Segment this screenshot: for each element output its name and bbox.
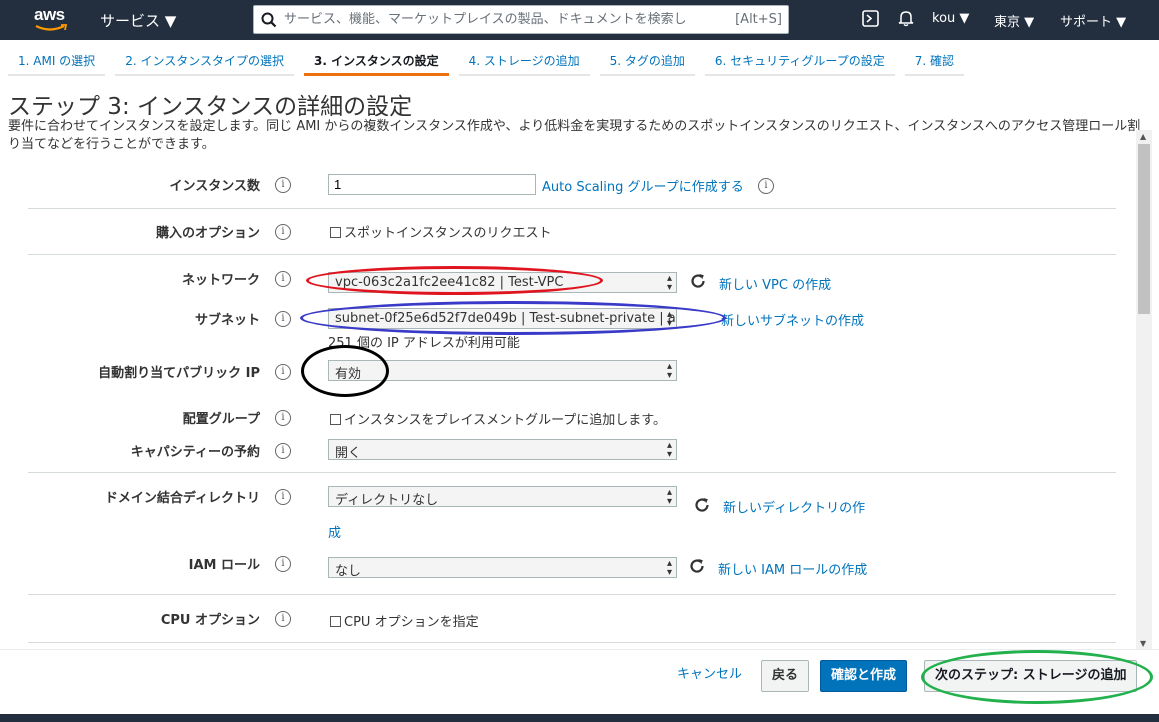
select-arrows-icon: ▴ ▾: [666, 309, 672, 329]
cpu-options-option[interactable]: CPU オプションを指定: [330, 611, 479, 630]
instance-count-label: インスタンス数: [169, 179, 260, 194]
top-navigation-bar: aws サービス ▼ [Alt+S] kou ▼ 東京 ▼ サポート ▼: [0, 0, 1159, 40]
refresh-icon[interactable]: [688, 557, 706, 575]
tab-review[interactable]: 7. 確認: [904, 44, 964, 76]
cpu-options-checkbox[interactable]: [330, 616, 341, 627]
public-ip-select-value: 有効: [335, 367, 362, 381]
aws-smile-icon: [35, 24, 68, 31]
page-description: 要件に合わせてインスタンスを設定します。同じ AMI からの複数インスタンス作成…: [8, 119, 1141, 152]
network-label: ネットワーク: [181, 273, 260, 288]
auto-scaling-link[interactable]: Auto Scaling グループに作成する: [542, 176, 744, 195]
region-menu[interactable]: 東京 ▼: [994, 11, 1034, 30]
next-add-storage-button[interactable]: 次のステップ: ストレージの追加: [924, 660, 1138, 692]
spot-request-checkbox-label: スポットインスタンスのリクエスト: [344, 226, 552, 241]
subnet-label: サブネット: [194, 313, 260, 328]
domain-join-select[interactable]: ディレクトリなし ▴ ▾: [328, 486, 677, 507]
select-arrows-icon: ▴ ▾: [666, 487, 672, 507]
iam-role-select[interactable]: なし ▴ ▾: [328, 557, 677, 578]
spot-request-option[interactable]: スポットインスタンスのリクエスト: [330, 222, 551, 241]
select-arrows-icon: ▴ ▾: [666, 440, 672, 460]
cpu-options-checkbox-label: CPU オプションを指定: [344, 615, 479, 630]
back-button[interactable]: 戻る: [761, 660, 810, 692]
placement-group-checkbox-label: インスタンスをプレイスメントグループに追加します。: [344, 413, 667, 428]
divider: [28, 472, 1116, 473]
scrollbar-thumb[interactable]: [1138, 144, 1150, 314]
select-arrows-icon: ▴ ▾: [666, 361, 672, 381]
public-ip-label: 自動割り当てパブリック IP: [98, 366, 260, 381]
select-arrows-icon: ▴ ▾: [666, 558, 672, 578]
network-select-value: vpc-063c2a1fc2ee41c82 | Test-VPC: [335, 275, 564, 290]
domain-join-select-value: ディレクトリなし: [335, 493, 439, 507]
info-icon[interactable]: i: [275, 489, 291, 505]
capacity-reservation-select-value: 開く: [335, 446, 362, 460]
divider: [28, 254, 1116, 255]
network-select[interactable]: vpc-063c2a1fc2ee41c82 | Test-VPC ▴ ▾: [328, 272, 677, 293]
bell-icon[interactable]: [897, 9, 915, 31]
purchase-option-label: 購入のオプション: [155, 226, 260, 241]
info-icon[interactable]: i: [275, 410, 291, 426]
divider: [28, 642, 1116, 643]
info-icon[interactable]: i: [275, 224, 291, 240]
search-shortcut-hint: [Alt+S]: [735, 12, 782, 27]
available-ip-note: 251 個の IP アドレスが利用可能: [328, 336, 520, 351]
cpu-options-label: CPU オプション: [160, 613, 260, 628]
divider: [28, 594, 1116, 595]
create-directory-link[interactable]: 新しいディレクトリの作: [723, 497, 865, 516]
tab-add-storage[interactable]: 4. ストレージの追加: [458, 44, 590, 76]
subnet-select[interactable]: subnet-0f25e6d52f7de049b | Test-subnet-p…: [328, 308, 677, 329]
search-bar[interactable]: [Alt+S]: [253, 5, 789, 34]
terminal-icon[interactable]: [862, 9, 879, 31]
scroll-down-icon[interactable]: ▼: [1140, 639, 1146, 648]
tab-configure-instance[interactable]: 3. インスタンスの設定: [303, 44, 449, 76]
capacity-reservation-label: キャパシティーの予約: [130, 445, 260, 460]
page-title: ステップ 3: インスタンスの詳細の設定: [8, 94, 413, 120]
scroll-up-icon[interactable]: ▲: [1140, 132, 1146, 141]
info-icon[interactable]: i: [275, 611, 291, 627]
wizard-steps: 1. AMI の選択 2. インスタンスタイプの選択 3. インスタンスの設定 …: [8, 44, 974, 76]
capacity-reservation-select[interactable]: 開く ▴ ▾: [328, 439, 677, 460]
review-and-launch-button[interactable]: 確認と作成: [820, 660, 908, 692]
tab-security-group[interactable]: 6. セキュリティグループの設定: [704, 44, 895, 76]
create-iam-role-link[interactable]: 新しい IAM ロールの作成: [718, 559, 867, 578]
services-menu[interactable]: サービス ▼: [100, 10, 176, 31]
placement-group-label: 配置グループ: [182, 412, 260, 427]
scrollbar[interactable]: ▲ ▼: [1136, 130, 1152, 650]
user-menu[interactable]: kou ▼: [932, 11, 969, 26]
info-icon[interactable]: i: [758, 178, 774, 194]
divider: [28, 208, 1116, 209]
refresh-icon[interactable]: [693, 496, 711, 514]
tab-choose-ami[interactable]: 1. AMI の選択: [8, 44, 106, 76]
support-menu[interactable]: サポート ▼: [1060, 11, 1126, 30]
bottom-bar: [0, 714, 1159, 722]
info-icon[interactable]: i: [275, 556, 291, 572]
select-arrows-icon: ▴ ▾: [666, 273, 672, 293]
tab-add-tags[interactable]: 5. タグの追加: [599, 44, 695, 76]
search-icon: [254, 12, 284, 28]
instance-count-input[interactable]: [328, 174, 536, 195]
info-icon[interactable]: i: [275, 364, 291, 380]
aws-logo[interactable]: aws: [34, 6, 70, 34]
domain-join-label: ドメイン結合ディレクトリ: [104, 491, 260, 506]
cancel-button[interactable]: キャンセル: [667, 660, 752, 692]
info-icon[interactable]: i: [275, 443, 291, 459]
footer-divider: [0, 649, 1159, 650]
spot-request-checkbox[interactable]: [330, 227, 341, 238]
search-input[interactable]: [284, 12, 736, 27]
info-icon[interactable]: i: [275, 311, 291, 327]
aws-logo-text: aws: [34, 5, 65, 24]
iam-role-label: IAM ロール: [188, 558, 260, 573]
iam-role-select-value: なし: [335, 564, 362, 578]
placement-group-option[interactable]: インスタンスをプレイスメントグループに追加します。: [330, 409, 666, 428]
tab-instance-type[interactable]: 2. インスタンスタイプの選択: [115, 44, 294, 76]
refresh-icon[interactable]: [689, 272, 707, 290]
public-ip-select[interactable]: 有効 ▴ ▾: [328, 360, 677, 381]
create-directory-link-continued[interactable]: 成: [328, 522, 341, 541]
info-icon[interactable]: i: [275, 177, 291, 193]
info-icon[interactable]: i: [275, 271, 291, 287]
create-vpc-link[interactable]: 新しい VPC の作成: [719, 274, 831, 293]
subnet-select-value: subnet-0f25e6d52f7de049b | Test-subnet-p…: [335, 311, 677, 326]
placement-group-checkbox[interactable]: [330, 414, 341, 425]
create-subnet-link[interactable]: 新しいサブネットの作成: [721, 310, 864, 329]
